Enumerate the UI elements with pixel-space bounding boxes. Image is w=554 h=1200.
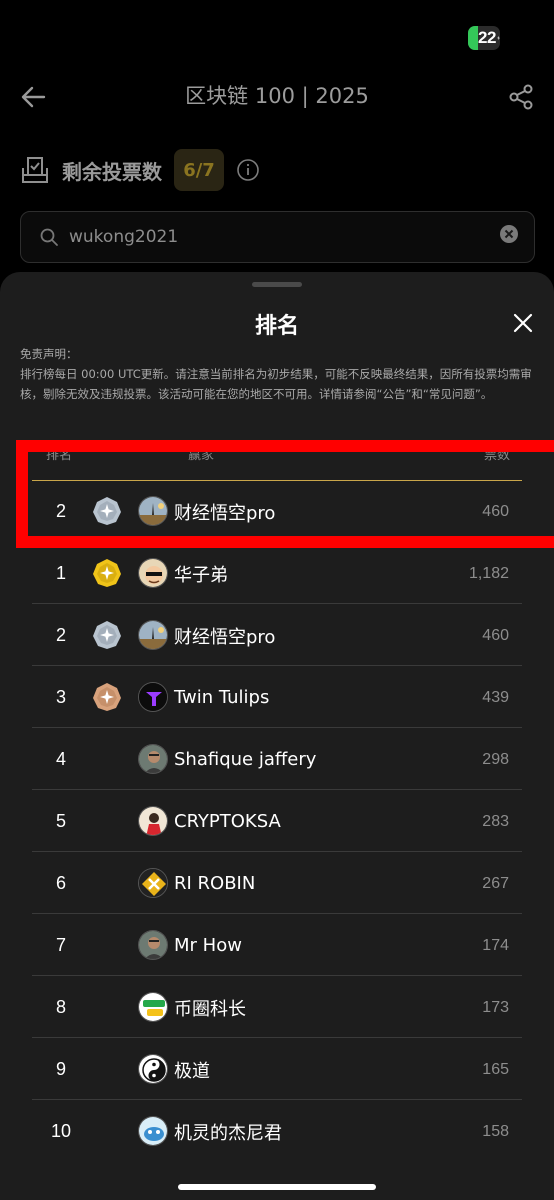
rank-number: 9 (55, 1059, 66, 1079)
home-indicator (178, 1184, 376, 1190)
creator-name: Shafique jaffery (174, 749, 317, 770)
creator-name: RI ROBIN (174, 873, 256, 894)
vote-count: 439 (482, 688, 509, 706)
ranking-row[interactable]: 6 RI ROBIN 267 (32, 853, 522, 914)
silver-medal-icon (92, 620, 122, 650)
rank-number: 2 (55, 625, 66, 645)
vote-count: 298 (482, 750, 509, 768)
vote-count: 174 (482, 936, 509, 954)
vote-count: 158 (482, 1122, 509, 1140)
gold-medal-icon (92, 558, 122, 588)
rank-number: 5 (55, 811, 66, 831)
creator-name: 财经悟空pro (174, 626, 276, 648)
creator-name: 极道 (174, 1060, 210, 1082)
header: 区块链 100 | 2025 (0, 72, 554, 120)
votes-label: 剩余投票数 (62, 159, 162, 184)
creator-name: Twin Tulips (174, 687, 270, 708)
search-value: wukong2021 (69, 227, 179, 247)
ranking-row[interactable]: 9 极道 165 (32, 1039, 522, 1100)
avatar (138, 1054, 168, 1084)
creator-name: CRYPTOKSA (174, 811, 281, 832)
vote-count: 267 (482, 874, 509, 892)
rank-number: 4 (55, 749, 66, 769)
ranking-row[interactable]: 10 机灵的杰尼君 158 (32, 1101, 522, 1162)
creator-name: 华子弟 (174, 564, 228, 586)
sheet-title: 排名 (254, 314, 299, 339)
battery-icon: 22 (468, 26, 500, 50)
avatar (138, 744, 168, 774)
avatar (138, 806, 168, 836)
rank-number: 1 (55, 563, 66, 583)
creator-name: Mr How (174, 935, 242, 956)
disclaimer-title: 免责声明： (20, 347, 78, 361)
rank-number: 3 (55, 687, 66, 707)
vote-count: 165 (482, 1060, 509, 1078)
info-icon[interactable] (236, 158, 260, 182)
creator-name: 机灵的杰尼君 (174, 1122, 282, 1144)
vote-count: 283 (482, 812, 509, 830)
ranking-row[interactable]: 8 币圈科长 173 (32, 977, 522, 1038)
rank-number: 6 (55, 873, 66, 893)
highlight-box (16, 440, 554, 548)
status-bar: 22 (468, 22, 500, 54)
ranking-row[interactable]: 3 Twin Tulips 439 (32, 667, 522, 728)
avatar (138, 620, 168, 650)
avatar (138, 992, 168, 1022)
rank-number: 8 (55, 997, 66, 1017)
avatar (138, 1116, 168, 1146)
ranking-sheet: 排名 免责声明： 排行榜每日 00:00 UTC更新。请注意当前排名为初步结果，… (0, 272, 554, 1200)
ranking-row[interactable]: 4 Shafique jaffery 298 (32, 729, 522, 790)
share-icon[interactable] (506, 82, 536, 112)
vote-count: 460 (482, 626, 509, 644)
battery-level: 22 (478, 28, 496, 47)
avatar (138, 930, 168, 960)
ranking-row[interactable]: 5 CRYPTOKSA 283 (32, 791, 522, 852)
avatar (138, 682, 168, 712)
ranking-row[interactable]: 2 财经悟空pro 460 (32, 605, 522, 666)
clear-search-icon[interactable] (500, 225, 518, 243)
rank-number: 7 (55, 935, 66, 955)
rank-number: 10 (50, 1121, 72, 1141)
vote-count: 173 (482, 998, 509, 1016)
vote-count: 1,182 (468, 564, 509, 582)
votes-remaining: 剩余投票数 6/7 (20, 148, 260, 192)
page-title: 区块链 100 | 2025 (185, 84, 369, 108)
sheet-grabber[interactable] (252, 282, 302, 287)
ranking-row[interactable]: 1 华子弟 1,182 (32, 543, 522, 604)
ballot-box-icon (22, 157, 48, 183)
close-icon[interactable] (512, 312, 534, 334)
creator-name: 币圈科长 (174, 998, 246, 1020)
ranking-row[interactable]: 7 Mr How 174 (32, 915, 522, 976)
search-input[interactable]: wukong2021 (20, 211, 535, 263)
search-icon (40, 228, 58, 246)
bronze-medal-icon (92, 682, 122, 712)
votes-count-badge: 6/7 (174, 149, 224, 191)
disclaimer-text: 排行榜每日 00:00 UTC更新。请注意当前排名为初步结果，可能不反映最终结果… (20, 367, 532, 401)
avatar (138, 558, 168, 588)
avatar (138, 868, 168, 898)
disclaimer: 免责声明： 排行榜每日 00:00 UTC更新。请注意当前排名为初步结果，可能不… (20, 344, 535, 404)
